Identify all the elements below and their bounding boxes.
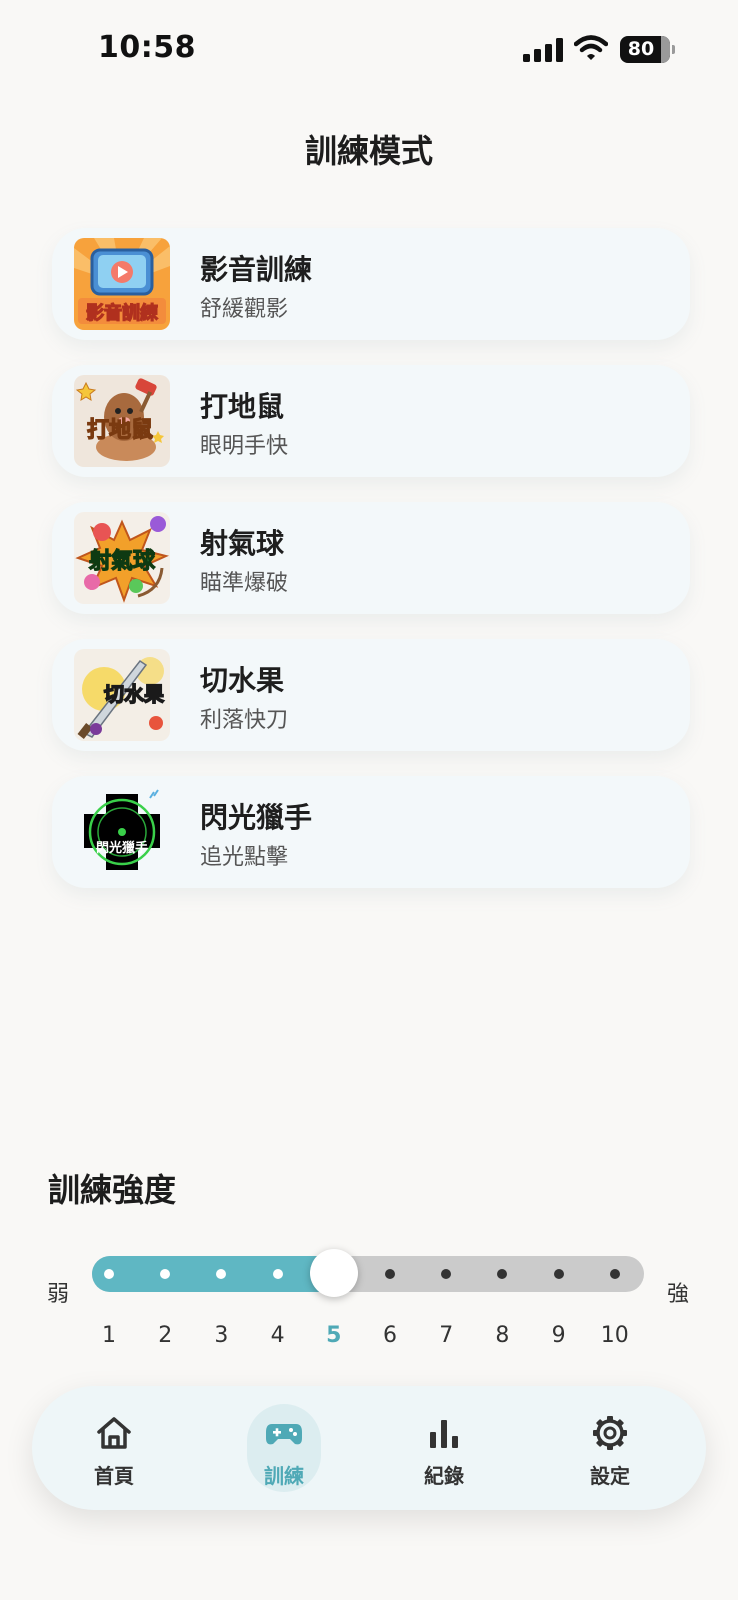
mode-card-shoot-balloons[interactable]: 射氣球 射氣球 瞄準爆破	[52, 502, 690, 614]
intensity-max-label: 強	[667, 1282, 690, 1307]
mode-name: 切水果	[200, 664, 285, 697]
nav-label: 訓練	[264, 1464, 304, 1488]
slider-tick-label: 10	[600, 1323, 629, 1348]
mode-card-whack-a-mole[interactable]: 打地鼠 打地鼠 眼明手快	[52, 365, 690, 477]
mode-name: 打地鼠	[200, 390, 285, 423]
status-time: 10:58	[98, 30, 196, 65]
gear-icon	[593, 1416, 627, 1450]
status-bar: 10:58 80	[0, 0, 738, 100]
bar-chart-icon	[430, 1420, 458, 1448]
mode-description: 舒緩觀影	[200, 297, 289, 322]
battery-level: 80	[627, 38, 655, 60]
shoot-balloons-thumbnail: 射氣球	[74, 512, 170, 604]
mode-description: 利落快刀	[200, 708, 289, 733]
slider-step-dot	[104, 1269, 114, 1279]
slider-tick-label: 8	[495, 1323, 510, 1348]
svg-text:閃光獵手: 閃光獵手	[96, 840, 148, 856]
nav-item-home[interactable]: 首頁	[74, 1386, 154, 1510]
slider-step-dot	[385, 1269, 395, 1279]
slider-step-dot	[553, 1269, 564, 1279]
video-training-thumbnail: 影音訓練	[74, 238, 170, 330]
page-title: 訓練模式	[304, 132, 433, 170]
cut-fruit-thumbnail: 切水果	[74, 649, 170, 741]
slider-step-dot	[497, 1269, 508, 1279]
svg-text:切水果: 切水果	[104, 682, 164, 706]
whack-a-mole-thumbnail: 打地鼠	[74, 375, 170, 467]
mode-card-cut-fruit[interactable]: 切水果 切水果 利落快刀	[52, 639, 690, 751]
nav-item-settings[interactable]: 設定	[570, 1386, 650, 1510]
mode-description: 追光點擊	[200, 845, 289, 870]
nav-item-training[interactable]: 訓練	[244, 1386, 324, 1510]
slider-step-dot	[609, 1269, 620, 1279]
wifi-icon	[574, 35, 608, 60]
mode-description: 瞄準爆破	[200, 571, 289, 596]
svg-text:打地鼠: 打地鼠	[87, 418, 153, 443]
nav-label: 首頁	[94, 1464, 134, 1488]
svg-text:射氣球: 射氣球	[88, 548, 156, 574]
nav-label: 紀錄	[424, 1464, 464, 1488]
svg-text:影音訓練: 影音訓練	[86, 302, 158, 324]
bottom-navigation: 首頁 訓練 紀錄 設定	[32, 1386, 706, 1510]
intensity-title: 訓練強度	[48, 1171, 177, 1209]
slider-tick-label: 3	[214, 1323, 229, 1348]
mode-description: 眼明手快	[200, 434, 289, 459]
slider-step-dot	[441, 1269, 452, 1279]
slider-tick-label: 1	[102, 1323, 116, 1348]
intensity-min-label: 弱	[47, 1282, 70, 1307]
battery-indicator: 80	[620, 36, 675, 64]
slider-tick-label: 2	[158, 1323, 173, 1348]
intensity-tick-labels: 1 2 3 4 5 6 7 8 9 10	[92, 1323, 644, 1353]
nav-item-records[interactable]: 紀錄	[404, 1386, 484, 1510]
cellular-signal-icon	[523, 38, 563, 62]
gamepad-icon	[266, 1424, 302, 1445]
slider-tick-label: 9	[551, 1323, 566, 1348]
intensity-slider-thumb[interactable]	[309, 1249, 358, 1297]
nav-label: 設定	[590, 1464, 630, 1488]
slider-step-dot	[272, 1269, 283, 1279]
mode-name: 射氣球	[200, 527, 285, 560]
intensity-slider[interactable]	[92, 1249, 644, 1297]
mode-card-video-training[interactable]: 影音訓練 影音訓練 舒緩觀影	[52, 228, 690, 340]
mode-card-flash-hunter[interactable]: 閃光獵手 閃光獵手 追光點擊	[52, 776, 690, 888]
mode-name: 影音訓練	[200, 253, 313, 286]
slider-tick-label: 6	[383, 1323, 397, 1348]
flash-hunter-thumbnail: 閃光獵手	[74, 786, 170, 878]
slider-tick-label: 7	[439, 1323, 454, 1348]
mode-list: 影音訓練 影音訓練 舒緩觀影 打地鼠 打地鼠 眼明手快 射氣球 射氣球 瞄準爆破…	[52, 228, 690, 913]
home-icon	[97, 1417, 131, 1449]
slider-tick-label: 4	[270, 1323, 285, 1348]
slider-tick-label: 5	[326, 1323, 342, 1348]
mode-name: 閃光獵手	[200, 801, 313, 834]
